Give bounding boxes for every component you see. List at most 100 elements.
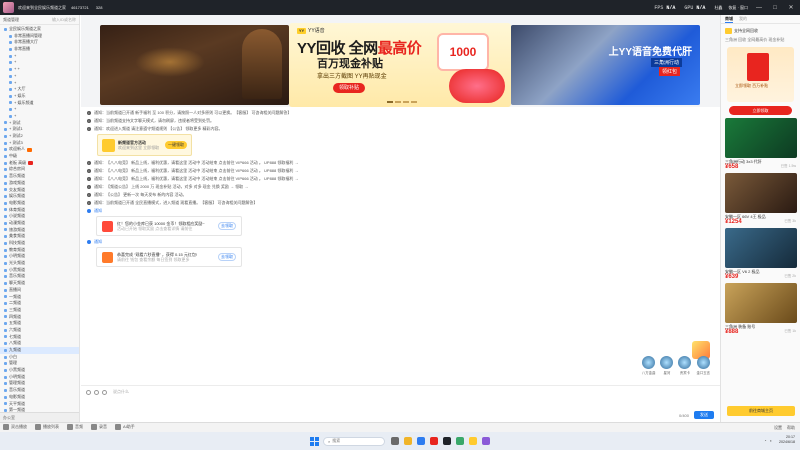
- sidebar-item[interactable]: 直播间: [0, 287, 79, 294]
- product-card[interactable]: 三角洲行动 3x3 代肝 ¥658 已售 1.5w: [725, 117, 797, 170]
- product-image[interactable]: [725, 117, 797, 158]
- notice-card[interactable]: 红！您的小金库已获 10000 金币！领取相应奖励~ 活动已开始 领取奖励 点击…: [96, 216, 242, 236]
- sidebar-item[interactable]: 美食频道: [0, 233, 79, 240]
- sidebar-item[interactable]: 三频道: [0, 307, 79, 314]
- user-name[interactable]: 杜鑫: [714, 5, 722, 11]
- product-card[interactable]: 安徽一区 66V 4王 极品 ¥1254 已售 3k: [725, 172, 797, 225]
- channel-avatar[interactable]: [3, 2, 14, 13]
- product-card[interactable]: 三角洲 装备 账号 ¥888 已售 1k: [725, 282, 797, 335]
- sidebar-item[interactable]: + 测试2: [0, 133, 79, 140]
- sidebar-item[interactable]: 小说频道: [0, 213, 79, 220]
- sidebar-item[interactable]: 八频道: [0, 340, 79, 347]
- sidebar-item[interactable]: + +: [0, 66, 79, 73]
- chat-input[interactable]: 说点什么: [113, 389, 129, 395]
- gift-item[interactable]: 金口玉言: [696, 356, 710, 375]
- sidebar-item[interactable]: +: [0, 73, 79, 80]
- file-explorer-icon[interactable]: [404, 437, 412, 445]
- maximize-button[interactable]: □: [770, 3, 780, 13]
- app-icon[interactable]: [456, 437, 464, 445]
- red-envelope-promo[interactable]: 立即领取 百万补贴: [727, 46, 794, 102]
- start-button[interactable]: [310, 436, 319, 446]
- status-item[interactable]: 录音: [91, 424, 107, 431]
- image-icon[interactable]: [94, 389, 99, 395]
- status-right-item[interactable]: 帮助: [787, 425, 795, 431]
- browser-icon[interactable]: [417, 437, 425, 445]
- sidebar-bottom[interactable]: 办公室: [0, 412, 79, 422]
- emoji-icon[interactable]: [86, 389, 91, 395]
- status-item[interactable]: 双击播放: [3, 424, 27, 431]
- promo-card[interactable]: 新频道官方活动 欢迎来到这里 立即领取 一键领取: [97, 134, 192, 156]
- banner-carousel[interactable]: YY YY语音 YY回收 全网最高价 百万现金补贴 拿出三方截图 YY再贴现金 …: [81, 15, 720, 107]
- sidebar-item[interactable]: 非常直播大厅: [0, 39, 79, 46]
- promo-card-button[interactable]: 一键领取: [165, 141, 187, 149]
- status-right-item[interactable]: 设置: [774, 425, 782, 431]
- status-item[interactable]: 播放列表: [35, 424, 59, 431]
- taskbar-search-input[interactable]: ⌕ 搜索: [323, 436, 385, 446]
- tab-shop[interactable]: 商城: [725, 16, 733, 23]
- sidebar-item[interactable]: +: [0, 53, 79, 60]
- product-image[interactable]: [725, 227, 797, 268]
- sidebar-item[interactable]: 小黑频道: [0, 367, 79, 374]
- sidebar-item[interactable]: +: [0, 59, 79, 66]
- sidebar-item[interactable]: + 娱乐: [0, 93, 79, 100]
- sidebar-item[interactable]: 动漫频道: [0, 220, 79, 227]
- carousel-dot[interactable]: [387, 101, 393, 103]
- shop-home-button[interactable]: 前往商城主页: [727, 406, 795, 416]
- notice-card-button[interactable]: 去领取: [218, 253, 236, 261]
- sidebar-item[interactable]: + 测试1: [0, 126, 79, 133]
- banner-cta-button[interactable]: 领取补贴: [333, 83, 365, 93]
- gift-item[interactable]: 星河: [660, 356, 674, 375]
- taskbar-clock[interactable]: 20:17 2024/6/18: [779, 435, 795, 445]
- red-envelope-button[interactable]: 立即领取: [729, 105, 792, 115]
- banner-main[interactable]: YY YY语音 YY回收 全网最高价 百万现金补贴 拿出三方截图 YY再贴现金 …: [289, 23, 511, 107]
- sidebar-item[interactable]: 全民娱乐频道之家: [0, 26, 79, 33]
- product-card[interactable]: 安徽一区 V6 2 极品 ¥639 已售 2k: [725, 227, 797, 280]
- sidebar-item[interactable]: 六频道: [0, 327, 79, 334]
- carousel-dot[interactable]: [403, 101, 409, 103]
- sidebar-item[interactable]: 音乐频道: [0, 387, 79, 394]
- carousel-dots[interactable]: [387, 101, 417, 103]
- wifi-icon[interactable]: ◔: [764, 438, 766, 443]
- product-image[interactable]: [725, 172, 797, 213]
- sidebar-item[interactable]: 五频道: [0, 320, 79, 327]
- task-view-icon[interactable]: [391, 437, 399, 445]
- notice-card-button[interactable]: 去领取: [218, 222, 236, 230]
- sidebar-item[interactable]: 电影频道: [0, 394, 79, 401]
- carousel-dot[interactable]: [411, 101, 417, 103]
- sidebar-item[interactable]: 非常直播: [0, 46, 79, 53]
- close-button[interactable]: ✕: [786, 3, 796, 13]
- sidebar-item[interactable]: 聊天频道: [0, 280, 79, 287]
- carousel-dot[interactable]: [395, 101, 401, 103]
- sidebar-item[interactable]: +: [0, 106, 79, 113]
- sidebar-item[interactable]: 光头频道: [0, 260, 79, 267]
- sidebar-item[interactable]: + 娱乐频道: [0, 100, 79, 107]
- sidebar-item[interactable]: 九频道: [0, 347, 79, 354]
- at-icon[interactable]: [102, 389, 107, 395]
- banner-left-game[interactable]: [100, 25, 289, 105]
- sidebar-item[interactable]: 非常直播间管理: [0, 33, 79, 40]
- window-mode[interactable]: 恢复 · 窗口: [728, 5, 748, 11]
- gift-item[interactable]: 贵宾卡: [678, 356, 692, 375]
- status-item[interactable]: 音频: [67, 424, 83, 431]
- app-icon[interactable]: [482, 437, 490, 445]
- sidebar-item[interactable]: 电影频道: [0, 200, 79, 207]
- sidebar-item[interactable]: 娱乐频道: [0, 193, 79, 200]
- sidebar-search-input[interactable]: 输入ID或名称: [52, 17, 76, 23]
- sidebar-item[interactable]: +: [0, 80, 79, 87]
- minimize-button[interactable]: —: [754, 3, 764, 13]
- sidebar-item[interactable]: + 大厅: [0, 86, 79, 93]
- send-button[interactable]: 发送: [694, 411, 714, 419]
- yy-app-icon[interactable]: [469, 437, 477, 445]
- banner-right-game[interactable]: 上YY语音免费代肝 三角洲行动 领红包: [511, 25, 700, 105]
- sidebar-item[interactable]: 二频道: [0, 300, 79, 307]
- product-image[interactable]: [725, 282, 797, 323]
- status-item[interactable]: AI助手: [115, 424, 135, 431]
- sidebar-item[interactable]: 音乐频道: [0, 173, 79, 180]
- volume-icon[interactable]: ◖: [770, 438, 772, 443]
- notice-card[interactable]: 恭喜完成 “观看六秒直播” ，获得 0.15 元红包! 请前往 钱包 查看余额 …: [96, 247, 242, 267]
- gift-item[interactable]: 八方金曲: [642, 356, 655, 375]
- sidebar-item[interactable]: 中级: [0, 153, 79, 160]
- sidebar-item[interactable]: +: [0, 113, 79, 120]
- sidebar-item[interactable]: 游戏频道: [0, 180, 79, 187]
- app-icon[interactable]: [430, 437, 438, 445]
